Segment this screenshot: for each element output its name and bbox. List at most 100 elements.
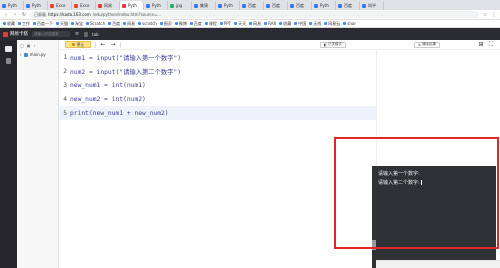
bookmark-item[interactable]: 无线 [309, 21, 321, 27]
text-cursor [420, 180, 422, 185]
file-item[interactable]: › main.py [17, 50, 58, 59]
browser-tab[interactable]: jpg [168, 1, 192, 10]
security-label: 已屏蔽 [34, 11, 46, 17]
app-logo[interactable]: 网易卡搭 [3, 31, 28, 37]
folder-icon[interactable] [5, 46, 12, 52]
search-input[interactable]: 请输入内容搜索 [32, 31, 70, 37]
bookmark-item[interactable]: 微博 [174, 21, 187, 27]
bookmark-item[interactable]: 收藏 [279, 21, 291, 27]
code-editor[interactable]: 1 num1 = input("请输入第一个数字") 2 num2 = input("… [59, 50, 376, 268]
terminal-panel[interactable]: 请输入第一个数字: 请输入第二个数字: [372, 166, 496, 268]
browser-tab-label: Exce [56, 3, 66, 8]
url-host: https://kada.163.com [48, 12, 91, 17]
bookmark-item[interactable]: 课程 [204, 20, 217, 27]
browser-tab[interactable]: 百度 [288, 1, 312, 10]
stop-button[interactable]: 停止 [65, 41, 91, 48]
bookmark-item[interactable]: scratch [138, 21, 157, 26]
collapse-icon[interactable]: ‹ [34, 43, 36, 48]
bookmark-item[interactable]: 淘宝 [71, 21, 83, 27]
bookmark-item[interactable]: 百度 [108, 21, 120, 27]
run-button-label: 停止 [76, 41, 85, 47]
divider [95, 41, 96, 48]
browser-tab-label: 百度 [344, 2, 352, 8]
bookmark-icon [138, 22, 142, 25]
browser-tab[interactable]: Pyth [216, 1, 240, 10]
browser-tab-label: Pyth [128, 3, 137, 8]
bookmark-item[interactable]: 天猫 [56, 21, 68, 27]
browser-tab[interactable]: 百度 [240, 1, 264, 10]
browser-tab[interactable]: 百度 [264, 1, 288, 10]
project-tab[interactable]: tab [92, 32, 99, 37]
logo-icon [3, 31, 8, 37]
browser-tab[interactable]: Exce [48, 1, 72, 10]
forward-icon[interactable]: › [12, 12, 18, 18]
favicon-icon [170, 3, 174, 8]
code-line[interactable]: 5 print(new_num1 + new_num2) [59, 106, 376, 120]
bookmark-item[interactable]: 百度一下 [33, 21, 53, 27]
reload-icon[interactable]: ↻ [21, 12, 27, 18]
clear-results-button[interactable]: ⊘ 清除结果 [414, 41, 440, 48]
redo-icon[interactable]: → [110, 41, 116, 48]
hamburger-menu-icon[interactable]: ≡ [74, 31, 80, 37]
bookmark-icon [309, 22, 313, 25]
browser-tab-label: Pyth [152, 3, 161, 8]
bookmark-item[interactable]: shar [343, 21, 356, 26]
divider [120, 41, 121, 48]
browser-tab[interactable]: 网易 [96, 1, 120, 10]
bookmark-item[interactable]: 网易云 [324, 21, 340, 27]
bookmark-item[interactable]: 网易 [249, 21, 261, 27]
code-line[interactable]: 4 new_num2 = int(num2) [59, 92, 376, 106]
menu-icon[interactable]: ⋮ [491, 12, 497, 18]
browser-tab[interactable]: Exce [72, 1, 96, 10]
browser-tab[interactable]: Pyth [120, 1, 144, 10]
bookmark-item[interactable]: 天天 [234, 21, 246, 27]
url-field[interactable]: 已屏蔽 https://kada.163.com /edu/python/ind… [30, 11, 479, 18]
code-text: new_num1 = int(num1) [70, 81, 146, 89]
favicon-icon [194, 3, 198, 8]
bookmark-item[interactable]: 收藏 [3, 21, 15, 27]
browser-tab[interactable]: Pyth [24, 1, 48, 10]
fullscreen-icon[interactable]: ⛶ [488, 41, 494, 48]
horizontal-scrollbar[interactable] [376, 260, 500, 268]
line-number: 2 [63, 67, 67, 75]
code-line[interactable]: 2 num2 = input("请输入第二个数字") [59, 64, 376, 78]
bookmark-label: 工作 [22, 20, 30, 26]
bookmark-item[interactable]: 网易 [123, 21, 135, 27]
python-file-icon [23, 52, 28, 57]
file-icon[interactable] [6, 58, 11, 64]
bookmark-item[interactable]: 百度 [189, 21, 202, 27]
browser-tab-label: Pyth [224, 3, 233, 8]
undo-icon[interactable]: ← [100, 41, 106, 48]
mode-toggle-button[interactable]: ◧ 已关模式 [319, 41, 347, 48]
editor-toolbar: 停止 ← → ◧ 已关模式 ⊘ 清除结果 ⊞ ⛶ [59, 40, 500, 50]
bookmark-item[interactable]: 工作 [18, 21, 30, 27]
bookmark-item[interactable]: 图灵 [159, 21, 172, 27]
grid-icon[interactable]: ⊞ [478, 41, 484, 48]
bookmark-label: 收藏 [283, 20, 292, 26]
browser-tab[interactable]: 百度 [336, 1, 360, 10]
favicon-icon [338, 3, 342, 8]
browser-tab[interactable]: Pyth [144, 1, 168, 10]
bookmark-icon [108, 22, 112, 25]
back-icon[interactable]: ‹ [3, 12, 9, 18]
code-line[interactable]: 1 num1 = input("请输入第一个数字") [59, 50, 376, 64]
bookmark-item[interactable]: 中国 [294, 21, 306, 27]
new-file-icon[interactable]: ▢ [20, 43, 24, 48]
bookmark-item[interactable]: RAR [264, 21, 276, 26]
browser-tab[interactable]: 知乎 [360, 1, 384, 10]
bookmark-label: 淘宝 [75, 20, 83, 26]
browser-tab[interactable]: Pyth [312, 1, 336, 10]
star-icon[interactable]: ☆ [482, 12, 488, 18]
bookmark-item[interactable]: Scratch [86, 21, 105, 26]
file-panel: ▢ ▣ ‹ › main.py [17, 40, 59, 268]
new-folder-icon[interactable]: ▣ [27, 43, 31, 48]
code-line[interactable]: 3 new_num1 = int(num1) [59, 78, 376, 92]
line-number: 1 [63, 53, 67, 61]
browser-tab-label: Pyth [8, 3, 17, 8]
resize-handle[interactable] [372, 240, 376, 250]
bookmark-icon [86, 22, 89, 25]
browser-tab[interactable]: Pyth [0, 1, 24, 10]
browser-tab[interactable]: 集锦 [192, 1, 216, 10]
bookmark-item[interactable]: PPT [219, 21, 231, 26]
bookmark-label: 课程 [208, 20, 217, 26]
